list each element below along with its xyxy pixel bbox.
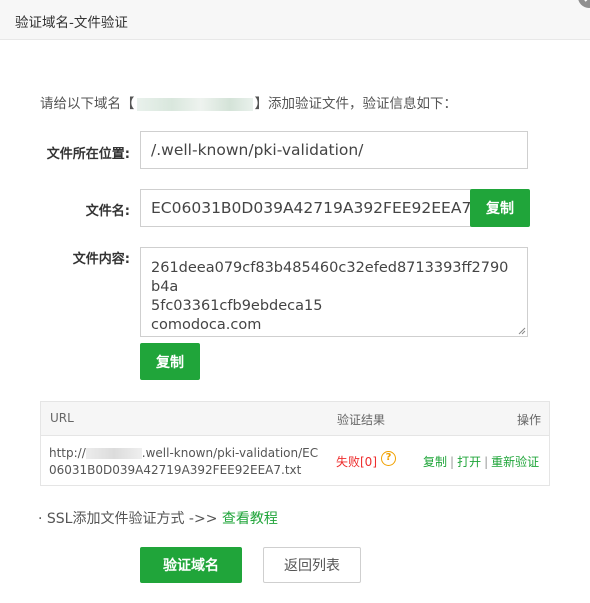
content-line-2: 5fc03361cfb9ebdeca15 [151,298,323,314]
location-label: 文件所在位置: [46,147,130,162]
copy-content-button[interactable]: 复制 [140,343,200,380]
action-reverify-link[interactable]: 重新验证 [491,455,539,469]
tutorial-text: · SSL添加文件验证方式 ->> [38,511,222,527]
validation-table: URL 验证结果 操作 http:// .well-known/pki-valid… [40,401,550,486]
redacted-domain [136,97,253,111]
action-copy-link[interactable]: 复制 [423,455,447,469]
tutorial-line: · SSL添加文件验证方式 ->> 查看教程 [38,508,278,528]
filename-label: 文件名: [85,204,130,219]
close-icon [584,0,588,2]
url-rest: .well-known/pki-validation/EC [141,446,319,460]
intro-text: 请给以下域名【 】添加验证文件，验证信息如下： [40,92,457,112]
header-url: URL [50,411,74,425]
divider: | [484,455,489,469]
content-textarea[interactable]: 261deea079cf83b485460c32efed8713393ff279… [140,247,528,337]
location-field[interactable]: /.well-known/pki-validation/ [140,131,528,169]
header-result: 验证结果 [337,413,386,427]
action-open-link[interactable]: 打开 [457,455,481,469]
content-label: 文件内容: [72,252,130,267]
back-to-list-button[interactable]: 返回列表 [263,547,361,583]
row-actions: 复制 | 打开 | 重新验证 [423,453,539,470]
url-prefix: http:// [49,446,86,460]
table-header: URL 验证结果 操作 [41,402,549,436]
status-badge: 失败[0] [336,455,377,469]
filename-field[interactable]: EC06031B0D039A42719A392FEE92EEA7.txt [140,189,471,227]
url-line-2: 06031B0D039A42719A392FEE92EEA7.txt [49,463,302,477]
header-actions: 操作 [517,413,542,427]
copy-filename-button[interactable]: 复制 [470,189,530,227]
divider: | [450,455,455,469]
content-line-3: comodoca.com [151,317,262,333]
dialog-titlebar: 验证域名-文件验证 [0,0,590,40]
resize-grip-icon[interactable] [517,326,526,335]
tutorial-link[interactable]: 查看教程 [222,511,278,527]
content-line-1: 261deea079cf83b485460c32efed8713393ff279… [151,260,509,295]
verify-domain-button[interactable]: 验证域名 [140,547,242,583]
dialog-title: 验证域名-文件验证 [15,15,128,31]
help-icon[interactable]: ? [381,451,396,466]
redacted-url-domain [85,448,142,459]
intro-prefix: 请给以下域名【 [40,96,135,112]
table-row-url: http:// .well-known/pki-validation/EC 060… [49,445,329,479]
intro-suffix: 】添加验证文件，验证信息如下： [254,96,458,112]
